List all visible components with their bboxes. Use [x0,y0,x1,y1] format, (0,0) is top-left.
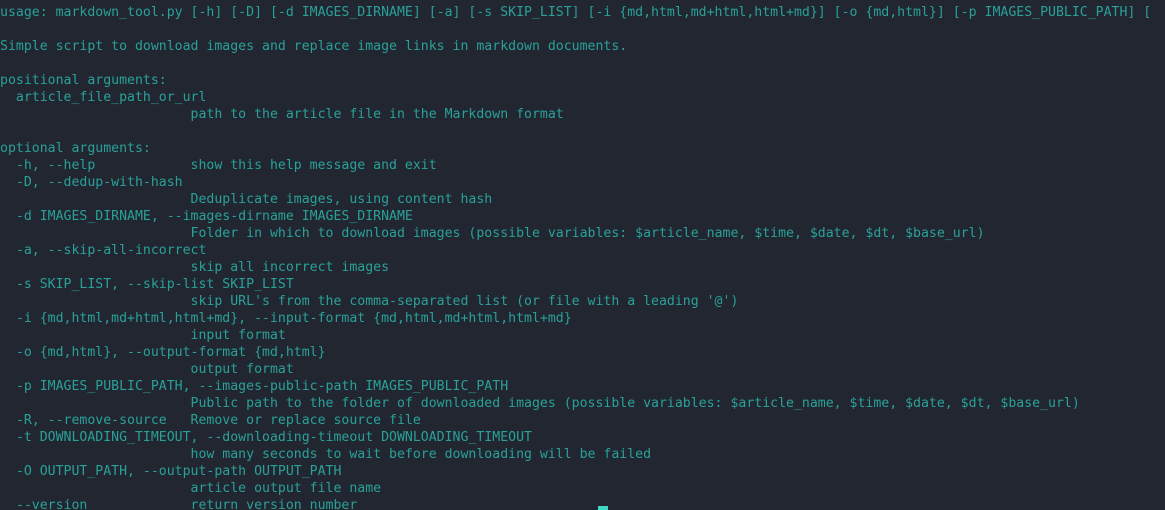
terminal-cursor [598,506,608,510]
terminal-window[interactable]: usage: markdown_tool.py [-h] [-D] [-d IM… [0,0,1165,510]
terminal-console-output[interactable]: usage: markdown_tool.py [-h] [-D] [-d IM… [0,0,1165,510]
